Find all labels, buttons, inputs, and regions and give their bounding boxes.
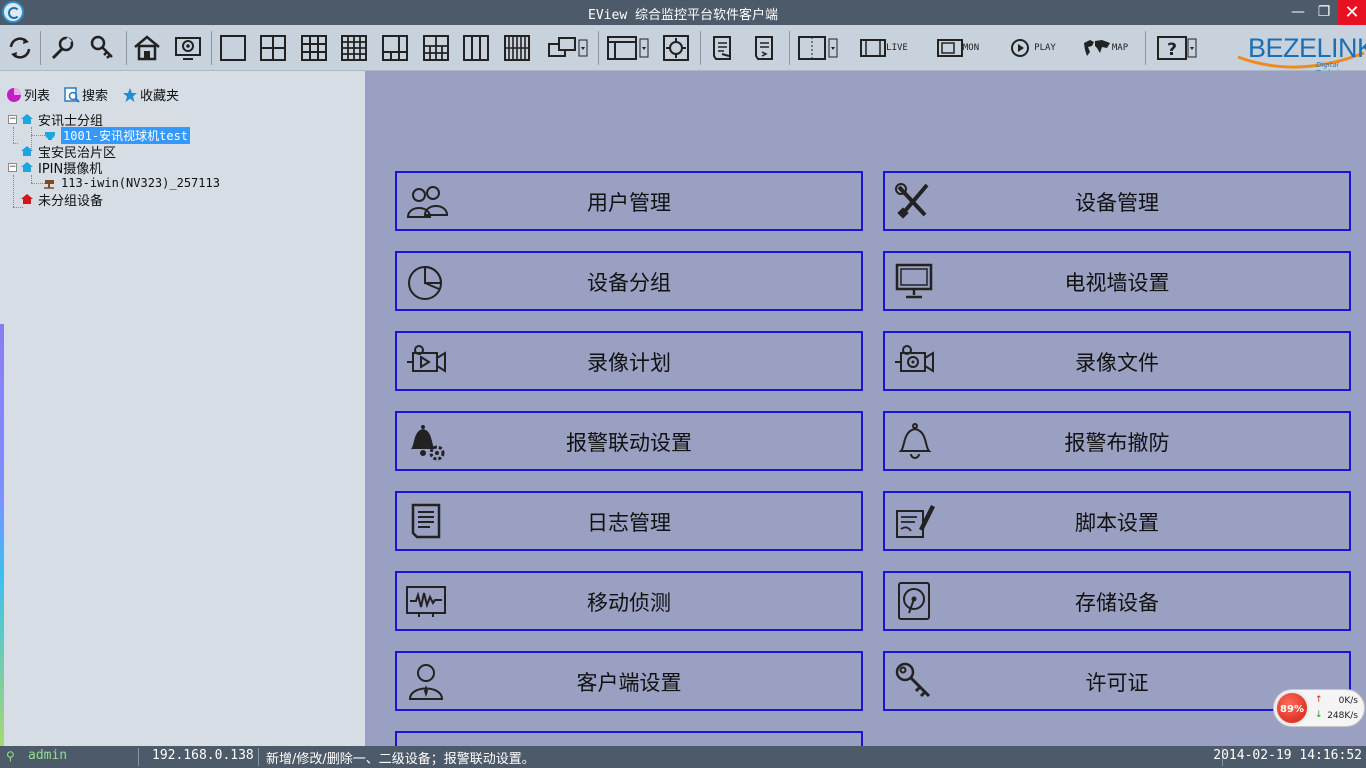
group-house-icon [21, 146, 33, 156]
tv-wall-settings-button[interactable]: 电视墙设置 [883, 251, 1351, 311]
group-house-icon [21, 114, 33, 124]
recording-files-button[interactable]: 录像文件 [883, 331, 1351, 391]
device-tree-panel: 列表 搜索 收藏夹 − 安讯士分组 1001-安讯视球机test 宝安民治片区 … [0, 71, 365, 746]
search-doc-icon [64, 86, 80, 103]
svg-text:?: ? [1167, 40, 1177, 60]
tree-node-group[interactable]: − 安讯士分组 [8, 111, 103, 129]
tree-node-group[interactable]: − IPIN摄像机 [8, 159, 102, 177]
layout-6-icon[interactable] [379, 32, 411, 64]
refresh-icon[interactable] [4, 32, 36, 64]
log-management-button[interactable]: 日志管理 [395, 491, 863, 551]
alarm-arm-disarm-button[interactable]: 报警布撤防 [883, 411, 1351, 471]
monitor-button[interactable]: MON [929, 32, 987, 64]
collapse-toggle-icon[interactable]: − [8, 162, 17, 172]
user-management-button[interactable]: 用户管理 [395, 171, 863, 231]
layout-16-icon[interactable] [338, 32, 370, 64]
left-tabs: 列表 搜索 收藏夹 [6, 85, 179, 104]
map-button[interactable]: MAP [1075, 32, 1135, 64]
layout-custom-dropdown-icon[interactable] [546, 32, 590, 64]
download-speed: 248K/s [1327, 711, 1358, 721]
playback-button[interactable]: PLAY [1003, 32, 1061, 64]
tree-node-group[interactable]: 未分组设备 [21, 191, 103, 209]
download-arrow-icon: ↓ [1315, 710, 1323, 720]
pie-icon [7, 87, 21, 102]
wrench-icon[interactable] [46, 32, 78, 64]
storage-devices-button[interactable]: 存储设备 [883, 571, 1351, 631]
key-tool-icon[interactable] [86, 32, 118, 64]
window-title: EView 综合监控平台软件客户端 [588, 8, 778, 23]
toolbar: LIVE MON PLAY MAP ? [0, 25, 1366, 71]
device-management-button[interactable]: 设备管理 [883, 171, 1351, 231]
layout-4-icon[interactable] [257, 32, 289, 64]
user-icon: ⚲ [6, 749, 15, 763]
window-dropdown-icon[interactable] [606, 32, 650, 64]
management-panel: 用户管理 设备管理 设备分组 电视墙设置 录像计划 录像文件 报警联动设置 报警… [365, 71, 1366, 746]
document-export-icon[interactable] [748, 32, 780, 64]
collapse-toggle-icon[interactable]: − [8, 114, 17, 124]
layout-1-icon[interactable] [217, 32, 249, 64]
status-bar: ⚲ admin 192.168.0.138 新增/修改/删除一、二级设备；报警联… [0, 746, 1366, 768]
restore-button[interactable]: ❐ [1310, 0, 1338, 25]
upload-speed: 0K/s [1338, 696, 1358, 706]
device-grouping-button[interactable]: 设备分组 [395, 251, 863, 311]
settings-monitor-icon[interactable] [172, 32, 204, 64]
status-datetime: 2014-02-19 14:16:52 [1213, 748, 1362, 763]
upload-arrow-icon: ↑ [1315, 695, 1323, 705]
status-ip: 192.168.0.138 [152, 748, 254, 763]
layout-grid-icon[interactable] [501, 32, 533, 64]
live-button[interactable]: LIVE [855, 32, 913, 64]
dome-camera-icon [45, 132, 55, 140]
partial-card-button[interactable] [395, 731, 863, 746]
motion-detection-button[interactable]: 移动侦测 [395, 571, 863, 631]
ungrouped-house-icon [21, 194, 33, 204]
brand-logo: BEZELINK Digital Technic [1236, 31, 1366, 77]
star-icon [123, 87, 138, 102]
status-user: admin [28, 748, 68, 763]
network-speed-widget[interactable]: 89% ↑ 0K/s ↓ 248K/s [1273, 689, 1365, 727]
layout-8-icon[interactable] [420, 32, 452, 64]
home-icon[interactable] [131, 32, 163, 64]
tab-favorites[interactable]: 收藏夹 [122, 85, 179, 104]
split-dropdown-icon[interactable] [797, 32, 839, 64]
status-message: 新增/修改/删除一、二级设备；报警联动设置。 [266, 752, 535, 767]
tab-list[interactable]: 列表 [6, 85, 50, 104]
cpu-percent: 89% [1275, 691, 1309, 725]
left-accent-strip [0, 324, 4, 746]
minimize-button[interactable]: — [1284, 0, 1312, 25]
brand-name: BEZELINK [1248, 33, 1366, 63]
bullet-camera-icon [44, 180, 54, 189]
recording-schedule-button[interactable]: 录像计划 [395, 331, 863, 391]
focus-icon[interactable] [660, 32, 692, 64]
help-dropdown-icon[interactable]: ? [1155, 32, 1199, 64]
layout-9-icon[interactable] [298, 32, 330, 64]
tab-search[interactable]: 搜索 [64, 85, 108, 104]
group-house-icon [21, 162, 33, 172]
client-settings-button[interactable]: 客户端设置 [395, 651, 863, 711]
close-button[interactable]: ✕ [1338, 0, 1366, 25]
document-edit-icon[interactable] [706, 32, 738, 64]
layout-columns-icon[interactable] [460, 32, 492, 64]
alarm-linkage-settings-button[interactable]: 报警联动设置 [395, 411, 863, 471]
title-bar: EView 综合监控平台软件客户端 — ❐ ✕ [0, 0, 1366, 25]
script-settings-button[interactable]: 脚本设置 [883, 491, 1351, 551]
